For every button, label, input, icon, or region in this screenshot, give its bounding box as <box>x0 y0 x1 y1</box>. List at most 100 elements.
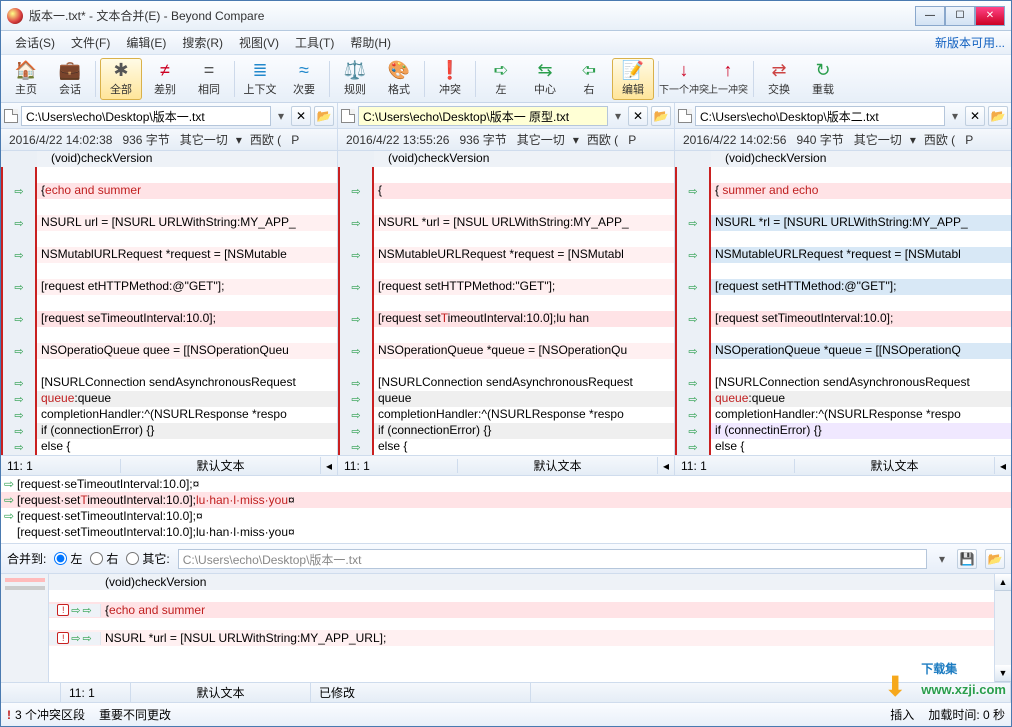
warning-icon: ! <box>7 708 11 722</box>
merge-to-label: 合并到: <box>7 550 46 567</box>
swap-icon: ⇄ <box>771 61 786 79</box>
menu-view[interactable]: 视图(V) <box>231 31 287 54</box>
pencil-icon: 📝 <box>622 61 644 79</box>
scroll-down-icon[interactable]: ▼ <box>995 665 1011 682</box>
tb-center[interactable]: ⇆中心 <box>524 58 566 100</box>
save-merge-button[interactable]: 💾 <box>957 549 977 569</box>
minimize-button[interactable]: — <box>915 6 945 26</box>
conflict-count: 3 个冲突区段 <box>15 708 85 722</box>
overview-thumbnail[interactable] <box>1 574 49 682</box>
chevron-down-icon[interactable]: ▾ <box>611 106 625 126</box>
tb-right[interactable]: ➪右 <box>568 58 610 100</box>
minor-icon: ≈ <box>299 61 309 79</box>
result-scrollbar[interactable]: ▲ ▼ <box>994 574 1011 682</box>
conflict-icon: ! <box>57 632 69 644</box>
tb-edit[interactable]: 📝编辑 <box>612 58 654 100</box>
equal-icon: = <box>204 61 215 79</box>
tb-next-conflict[interactable]: ↓下一个冲突 <box>663 58 705 100</box>
arrow-right-icon: ⇨ <box>1 477 17 491</box>
browse-right-button[interactable]: 📂 <box>988 106 1008 126</box>
tb-left[interactable]: ➪左 <box>480 58 522 100</box>
title-bar: 版本一.txt* - 文本合并(E) - Beyond Compare — ☐ … <box>1 1 1011 31</box>
chevron-down-icon[interactable]: ▾ <box>274 106 288 126</box>
tb-same[interactable]: =相同 <box>188 58 230 100</box>
file-icon <box>341 109 355 123</box>
chevron-down-icon[interactable]: ▾ <box>948 106 962 126</box>
tb-minor[interactable]: ≈次要 <box>283 58 325 100</box>
browse-left-button[interactable]: 📂 <box>314 106 334 126</box>
file-info-bar: 2016/4/22 14:02:38 936 字节 其它一切▾ 西欧 ( P 2… <box>1 129 1011 151</box>
left-file-path[interactable]: C:\Users\echo\Desktop\版本一.txt <box>21 106 271 126</box>
tb-rules[interactable]: ⚖️规则 <box>334 58 376 100</box>
merge-result-area: (void)checkVersion !⇨⇨{{echo and summere… <box>1 574 1011 682</box>
right-pane[interactable]: (void)checkVersion⇨{ summer and echo⇨NSU… <box>675 151 1011 475</box>
tb-context[interactable]: ≣上下文 <box>239 58 281 100</box>
status-load-time: 加载时间: 0 秒 <box>928 706 1005 723</box>
context-icon: ≣ <box>252 61 267 79</box>
menu-help[interactable]: 帮助(H) <box>342 31 399 54</box>
tb-reload[interactable]: ↻重载 <box>802 58 844 100</box>
reload-icon: ↻ <box>815 61 830 79</box>
merge-other-radio[interactable]: 其它: <box>126 550 169 567</box>
file-icon <box>4 109 18 123</box>
result-code[interactable]: (void)checkVersion !⇨⇨{{echo and summere… <box>49 574 994 682</box>
conflict-icon: ! <box>57 604 69 616</box>
tb-conflict[interactable]: ❗冲突 <box>429 58 471 100</box>
center-file-path[interactable]: C:\Users\echo\Desktop\版本一 原型.txt <box>358 106 608 126</box>
status-important: 重要不同更改 <box>99 706 171 723</box>
clear-left-button[interactable]: ✕ <box>291 106 311 126</box>
merge-right-radio[interactable]: 右 <box>90 550 118 567</box>
home-icon: 🏠 <box>15 61 37 79</box>
center-file-info: 2016/4/22 13:55:26 936 字节 其它一切▾ 西欧 ( P <box>338 129 675 150</box>
tb-all[interactable]: ✱全部 <box>100 58 142 100</box>
format-icon: 🎨 <box>388 61 410 79</box>
clear-right-button[interactable]: ✕ <box>965 106 985 126</box>
asterisk-icon: ✱ <box>113 61 128 79</box>
tb-prev-conflict[interactable]: ↑上一冲突 <box>707 58 749 100</box>
file-path-bar: C:\Users\echo\Desktop\版本一.txt ▾ ✕ 📂 C:\U… <box>1 103 1011 129</box>
toolbar: 🏠主页 💼会话 ✱全部 ≠差别 =相同 ≣上下文 ≈次要 ⚖️规则 🎨格式 ❗冲… <box>1 55 1011 103</box>
briefcase-icon: 💼 <box>59 61 81 79</box>
chevron-down-icon[interactable]: ▾ <box>935 549 949 569</box>
window-title: 版本一.txt* - 文本合并(E) - Beyond Compare <box>29 7 915 24</box>
arrow-down-red-icon: ↓ <box>680 61 689 79</box>
double-arrow-icon: ⇆ <box>537 61 552 79</box>
file-icon <box>678 109 692 123</box>
menu-bar: 会话(S) 文件(F) 编辑(E) 搜索(R) 视图(V) 工具(T) 帮助(H… <box>1 31 1011 55</box>
tb-session[interactable]: 💼会话 <box>49 58 91 100</box>
conflict-icon: ❗ <box>439 61 461 79</box>
compare-panes: (void)checkVersion⇨{echo and summer⇨NSUR… <box>1 151 1011 476</box>
left-file-info: 2016/4/22 14:02:38 936 字节 其它一切▾ 西欧 ( P <box>1 129 338 150</box>
merge-left-radio[interactable]: 左 <box>54 550 82 567</box>
status-insert: 插入 <box>890 706 914 723</box>
close-button[interactable]: ✕ <box>975 6 1005 26</box>
tb-home[interactable]: 🏠主页 <box>5 58 47 100</box>
left-pane[interactable]: (void)checkVersion⇨{echo and summer⇨NSUR… <box>1 151 338 475</box>
right-file-info: 2016/4/22 14:02:56 940 字节 其它一切▾ 西欧 ( P <box>675 129 1011 150</box>
app-icon <box>7 8 23 24</box>
new-version-link[interactable]: 新版本可用... <box>935 34 1005 51</box>
menu-session[interactable]: 会话(S) <box>7 31 63 54</box>
menu-edit[interactable]: 编辑(E) <box>118 31 174 54</box>
tb-swap[interactable]: ⇄交换 <box>758 58 800 100</box>
arrow-up-red-icon: ↑ <box>724 61 733 79</box>
browse-merge-button[interactable]: 📂 <box>985 549 1005 569</box>
line-diff-area: ⇨[request·seTimeoutInterval:10.0];¤ ⇨[re… <box>1 476 1011 544</box>
merge-path-input[interactable]: C:\Users\echo\Desktop\版本一.txt <box>178 549 927 569</box>
browse-center-button[interactable]: 📂 <box>651 106 671 126</box>
tb-diff[interactable]: ≠差别 <box>144 58 186 100</box>
merge-target-bar: 合并到: 左 右 其它: C:\Users\echo\Desktop\版本一.t… <box>1 544 1011 574</box>
menu-search[interactable]: 搜索(R) <box>174 31 231 54</box>
not-equal-icon: ≠ <box>160 61 170 79</box>
maximize-button[interactable]: ☐ <box>945 6 975 26</box>
scroll-up-icon[interactable]: ▲ <box>995 574 1011 591</box>
menu-file[interactable]: 文件(F) <box>63 31 118 54</box>
clear-center-button[interactable]: ✕ <box>628 106 648 126</box>
tb-format[interactable]: 🎨格式 <box>378 58 420 100</box>
arrow-left-green-icon: ➪ <box>581 61 596 79</box>
center-pane[interactable]: (void)checkVersion⇨{⇨NSURL *url = [NSUL … <box>338 151 675 475</box>
right-file-path[interactable]: C:\Users\echo\Desktop\版本二.txt <box>695 106 945 126</box>
arrow-right-green-icon: ➪ <box>493 61 508 79</box>
menu-tools[interactable]: 工具(T) <box>287 31 342 54</box>
rules-icon: ⚖️ <box>344 61 366 79</box>
